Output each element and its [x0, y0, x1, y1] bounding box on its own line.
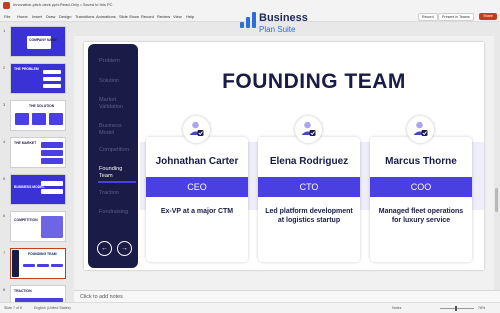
nav-solution: Solution [99, 78, 120, 84]
nav-fundraising: Fundraising [99, 209, 129, 215]
vertical-scrollbar[interactable] [494, 36, 500, 290]
slide-thumbnail-4[interactable]: THE MARKET [10, 137, 66, 168]
slide-thumbnail-1[interactable]: COMPANY NAME [10, 26, 66, 57]
slide-title: FOUNDING TEAM [222, 70, 406, 93]
team-card-coo: Marcus Thorne COO Managed fleet operatio… [370, 137, 472, 262]
language-indicator[interactable]: English (United States) [34, 306, 71, 310]
member-role: CTO [258, 177, 360, 197]
thumbnail-number: 2 [3, 65, 6, 70]
thumbnail-number: 1 [3, 28, 6, 33]
notes-toggle[interactable]: Notes [392, 306, 401, 310]
notes-placeholder: Click to add notes [80, 294, 123, 300]
slide-canvas: Problem Solution Market Validation Busin… [74, 36, 494, 290]
menu-record[interactable]: Record [141, 14, 154, 19]
menu-design[interactable]: Design [59, 14, 71, 19]
nav-competition: Competition [99, 147, 129, 153]
user-check-icon [183, 116, 210, 143]
slide-nav-sidebar: Problem Solution Market Validation Busin… [88, 44, 138, 268]
thumbnail-number: 5 [3, 176, 6, 181]
menu-view[interactable]: View [173, 14, 182, 19]
member-description: Led platform development at logistics st… [265, 208, 353, 224]
arrow-right-icon[interactable]: → [117, 241, 132, 256]
thumbnail-number: 6 [3, 213, 6, 218]
menu-file[interactable]: File [4, 14, 10, 19]
member-role: COO [370, 177, 472, 197]
nav-traction: Traction [99, 190, 119, 196]
record-button[interactable]: Record [418, 13, 438, 21]
member-name: Elena Rodriguez [269, 156, 349, 167]
bar-chart-icon [240, 12, 256, 28]
brand-subtitle: Plan Suite [259, 25, 296, 34]
menu-home[interactable]: Home [17, 14, 28, 19]
nav-market-validation: Market Validation [99, 97, 124, 110]
brand-logo: Business Plan Suite [240, 6, 340, 34]
share-button[interactable]: Share [479, 13, 497, 20]
slide-thumbnail-5[interactable]: BUSINESS MODEL [10, 174, 66, 205]
menu-animations[interactable]: Animations [96, 14, 116, 19]
arrow-left-icon[interactable]: ← [97, 241, 112, 256]
user-check-icon [295, 116, 322, 143]
slide-thumbnail-8[interactable]: TRACTION [10, 285, 66, 302]
thumbnail-number: 4 [3, 139, 6, 144]
zoom-slider[interactable] [440, 308, 474, 309]
thumbnail-number: 7 [3, 250, 6, 255]
nav-founding-team: Founding Team [99, 166, 123, 179]
menu-transitions[interactable]: Transitions [75, 14, 94, 19]
member-description: Ex-VP at a major CTM [160, 208, 234, 215]
slide-thumbnail-3[interactable]: THE SOLUTION [10, 100, 66, 131]
nav-problem: Problem [99, 58, 120, 64]
powerpoint-icon [3, 2, 10, 9]
menu-slide-show[interactable]: Slide Show [119, 14, 139, 19]
slide-thumbnail-2[interactable]: THE PROBLEM [10, 63, 66, 94]
active-nav-indicator [98, 181, 136, 183]
status-bar: Slide 7 of 8 English (United States) Not… [0, 302, 500, 313]
slide-thumbnails-pane: 1 COMPANY NAME 2 THE PROBLEM 3 THE SOLUT… [0, 22, 72, 302]
member-description: Managed fleet operations for luxury serv… [378, 208, 464, 224]
team-card-ceo: Johnathan Carter CEO Ex-VP at a major CT… [146, 137, 248, 262]
member-role: CEO [146, 177, 248, 197]
menu-help[interactable]: Help [186, 14, 194, 19]
member-name: Marcus Thorne [385, 156, 457, 167]
scrollbar-thumb[interactable] [495, 188, 498, 212]
zoom-level[interactable]: 78% [478, 306, 485, 310]
menu-insert[interactable]: Insert [32, 14, 42, 19]
present-in-teams-button[interactable]: Present in Teams [438, 13, 474, 21]
save-status: Read-Only • Saved to this PC [60, 2, 113, 7]
thumbnail-number: 3 [3, 102, 6, 107]
menu-draw[interactable]: Draw [46, 14, 55, 19]
slide-counter: Slide 7 of 8 [4, 306, 22, 310]
menu-review[interactable]: Review [157, 14, 170, 19]
team-card-cto: Elena Rodriguez CTO Led platform develop… [258, 137, 360, 262]
member-name: Johnathan Carter [155, 156, 239, 167]
user-check-icon [407, 116, 434, 143]
document-title: Innovative-pitch-deck.pptx [13, 2, 60, 7]
slide-thumbnail-6[interactable]: COMPETITION [10, 211, 66, 242]
slide[interactable]: Problem Solution Market Validation Busin… [84, 42, 484, 270]
brand-name: Business [259, 12, 308, 24]
zoom-slider-thumb[interactable] [455, 306, 457, 311]
thumbnail-number: 8 [3, 287, 6, 292]
slide-thumbnail-7[interactable]: FOUNDING TEAM [10, 248, 66, 279]
nav-business-model: Business Model [99, 123, 122, 136]
